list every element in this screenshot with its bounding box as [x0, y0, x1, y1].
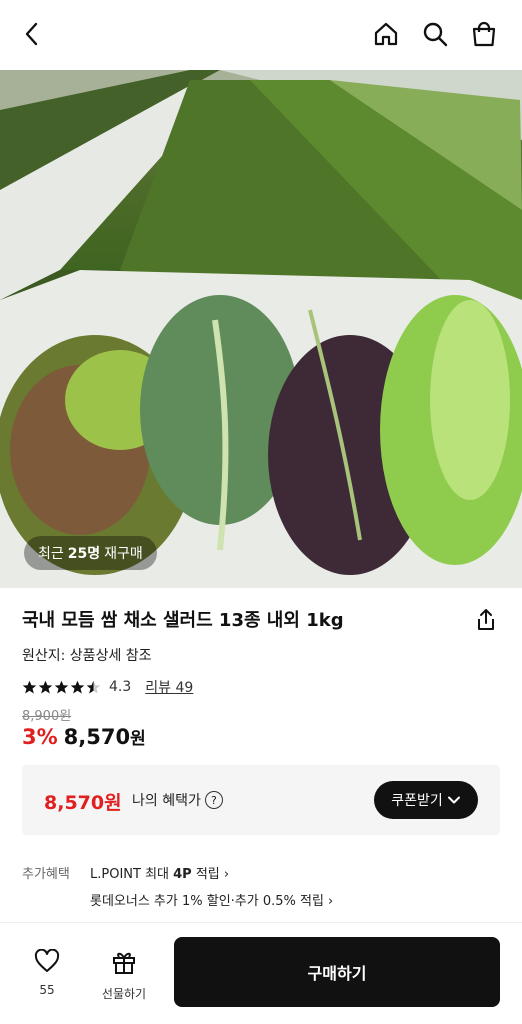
gift-icon: [113, 952, 135, 974]
cart-button[interactable]: [468, 18, 500, 50]
extra-benefit-label: 추가혜택: [22, 867, 70, 882]
search-icon: [423, 22, 448, 47]
product-title: 국내 모듬 쌈 채소 샐러드 13종 내외 1kg: [22, 610, 344, 631]
rating-score: 4.3: [109, 679, 132, 695]
like-button[interactable]: 55: [30, 948, 64, 997]
original-price: 8,900원: [22, 709, 72, 724]
search-button[interactable]: [419, 18, 451, 50]
share-icon: [478, 609, 494, 630]
chevron-left-icon: [25, 22, 38, 46]
lpoint-points: 4P: [173, 867, 192, 882]
shopping-bag-icon: [472, 21, 496, 47]
rebuy-prefix: 최근: [38, 546, 64, 562]
price-row: 3% 8,570 원: [22, 724, 146, 749]
origin-info: 원산지: 상품상세 참조: [22, 648, 152, 664]
gift-label: 선물하기: [101, 987, 147, 1001]
coupon-button-label: 쿠폰받기: [391, 793, 443, 809]
star-icon: [70, 680, 85, 693]
star-icon: [38, 680, 53, 693]
lpoint-prefix: L.POINT 최대: [90, 867, 174, 882]
benefit-label: 나의 혜택가: [132, 793, 201, 809]
rebuy-suffix: 재구매: [104, 546, 143, 562]
home-icon: [374, 22, 398, 46]
lotte-owners-benefit-link[interactable]: 롯데오너스 추가 1% 할인·추가 0.5% 적립 ›: [90, 890, 333, 909]
product-image[interactable]: 최근 25명 재구매: [0, 70, 522, 588]
chevron-down-icon: [447, 796, 460, 804]
home-button[interactable]: [370, 18, 402, 50]
lpoint-suffix: 적립 ›: [191, 867, 230, 882]
star-rating: [22, 680, 101, 695]
coupon-button[interactable]: 쿠폰받기: [374, 781, 478, 819]
discount-rate: 3%: [22, 725, 58, 749]
rating-row: 4.3 리뷰 49: [22, 677, 193, 697]
help-icon[interactable]: ?: [204, 791, 223, 809]
benefit-label-group: 나의 혜택가 ?: [132, 790, 223, 810]
top-bar: [0, 0, 522, 70]
star-half-icon: [86, 680, 101, 693]
lpoint-benefit-link[interactable]: L.POINT 최대 4P 적립 ›: [90, 863, 229, 882]
benefit-price: 8,570원: [44, 792, 122, 814]
rebuy-count: 25명: [67, 546, 101, 562]
star-icon: [54, 680, 69, 693]
bottom-action-bar: 55 선물하기 구매하기: [0, 923, 522, 1024]
gift-button[interactable]: 선물하기: [94, 949, 154, 1002]
like-count: 55: [39, 983, 55, 997]
rebuy-badge: 최근 25명 재구매: [24, 536, 157, 570]
lettuce-photo: [0, 70, 522, 588]
buy-button[interactable]: 구매하기: [174, 937, 500, 1007]
price-unit: 원: [130, 729, 146, 749]
review-link[interactable]: 리뷰 49: [145, 677, 193, 697]
back-button[interactable]: [16, 18, 48, 50]
star-icon: [22, 680, 37, 693]
benefit-price-box: 8,570원 나의 혜택가 ? 쿠폰받기: [22, 765, 500, 835]
heart-icon: [34, 948, 60, 972]
sale-price: 8,570: [63, 725, 131, 749]
share-button[interactable]: [472, 606, 500, 634]
